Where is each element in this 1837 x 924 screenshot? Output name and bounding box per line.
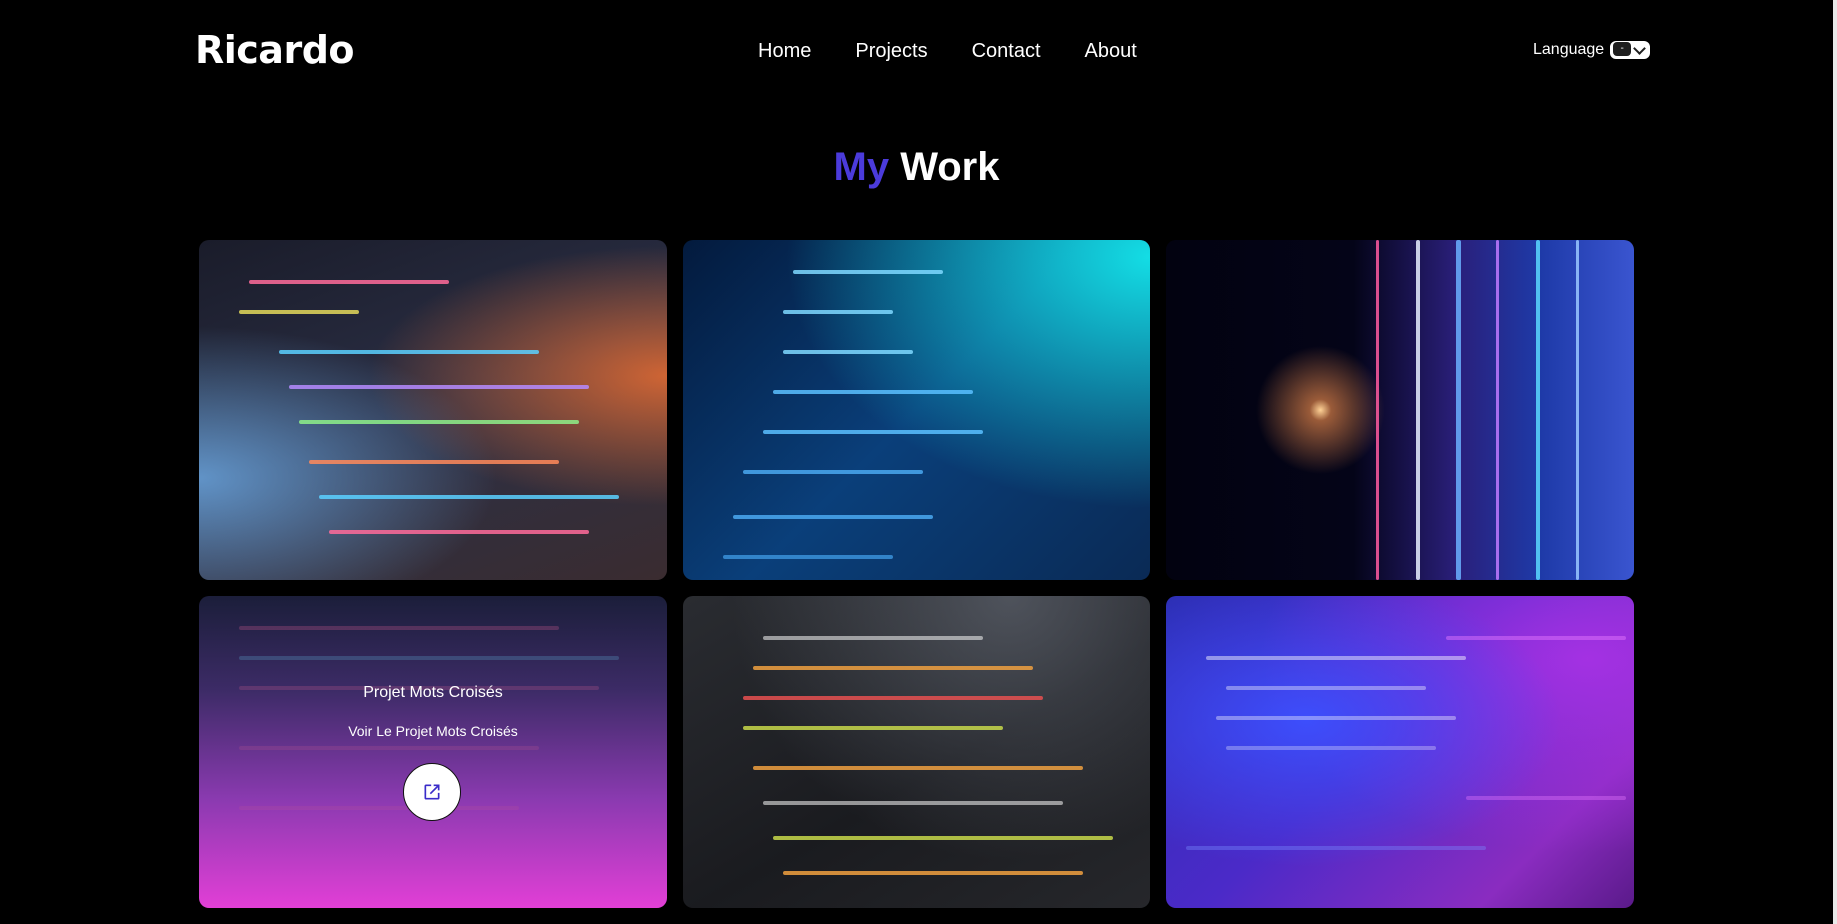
scrollbar-edge [1833, 0, 1837, 924]
project-card[interactable]: Projet Mots Croisés Voir Le Projet Mots … [199, 596, 667, 908]
language-select[interactable]: - [1610, 41, 1651, 59]
project-thumbnail [1166, 596, 1634, 908]
language-switcher: Language - [1533, 41, 1651, 59]
section-title: My Work [0, 145, 1833, 190]
site-logo[interactable]: Ricardo [195, 28, 355, 72]
project-card[interactable] [199, 240, 667, 580]
external-link-button[interactable] [403, 763, 461, 821]
project-link-label: Voir Le Projet Mots Croisés [348, 723, 518, 739]
language-select-value: - [1613, 42, 1632, 56]
project-thumbnail [683, 596, 1150, 908]
code-texture [683, 596, 1150, 908]
project-thumbnail [1166, 240, 1634, 580]
chevron-down-icon [1633, 42, 1647, 55]
project-card[interactable] [1166, 240, 1634, 580]
language-label: Language [1533, 41, 1605, 58]
external-link-icon [424, 784, 440, 800]
project-card[interactable] [683, 240, 1150, 580]
project-title: Projet Mots Croisés [363, 684, 503, 701]
nav-about[interactable]: About [1085, 40, 1137, 63]
project-thumbnail [683, 240, 1150, 580]
page: Ricardo Home Projects Contact About Lang… [0, 0, 1833, 924]
code-texture [1166, 240, 1634, 580]
project-thumbnail [199, 240, 667, 580]
code-texture [683, 240, 1150, 580]
project-card[interactable] [683, 596, 1150, 908]
section-title-accent: My [833, 145, 890, 189]
project-overlay: Projet Mots Croisés Voir Le Projet Mots … [199, 596, 667, 908]
main-nav: Home Projects Contact About [758, 40, 1137, 63]
nav-projects[interactable]: Projects [855, 40, 927, 63]
project-card[interactable] [1166, 596, 1634, 908]
nav-contact[interactable]: Contact [972, 40, 1041, 63]
nav-home[interactable]: Home [758, 40, 811, 63]
section-title-rest: Work [900, 145, 1000, 189]
code-texture [199, 240, 667, 580]
code-texture [1166, 596, 1634, 908]
